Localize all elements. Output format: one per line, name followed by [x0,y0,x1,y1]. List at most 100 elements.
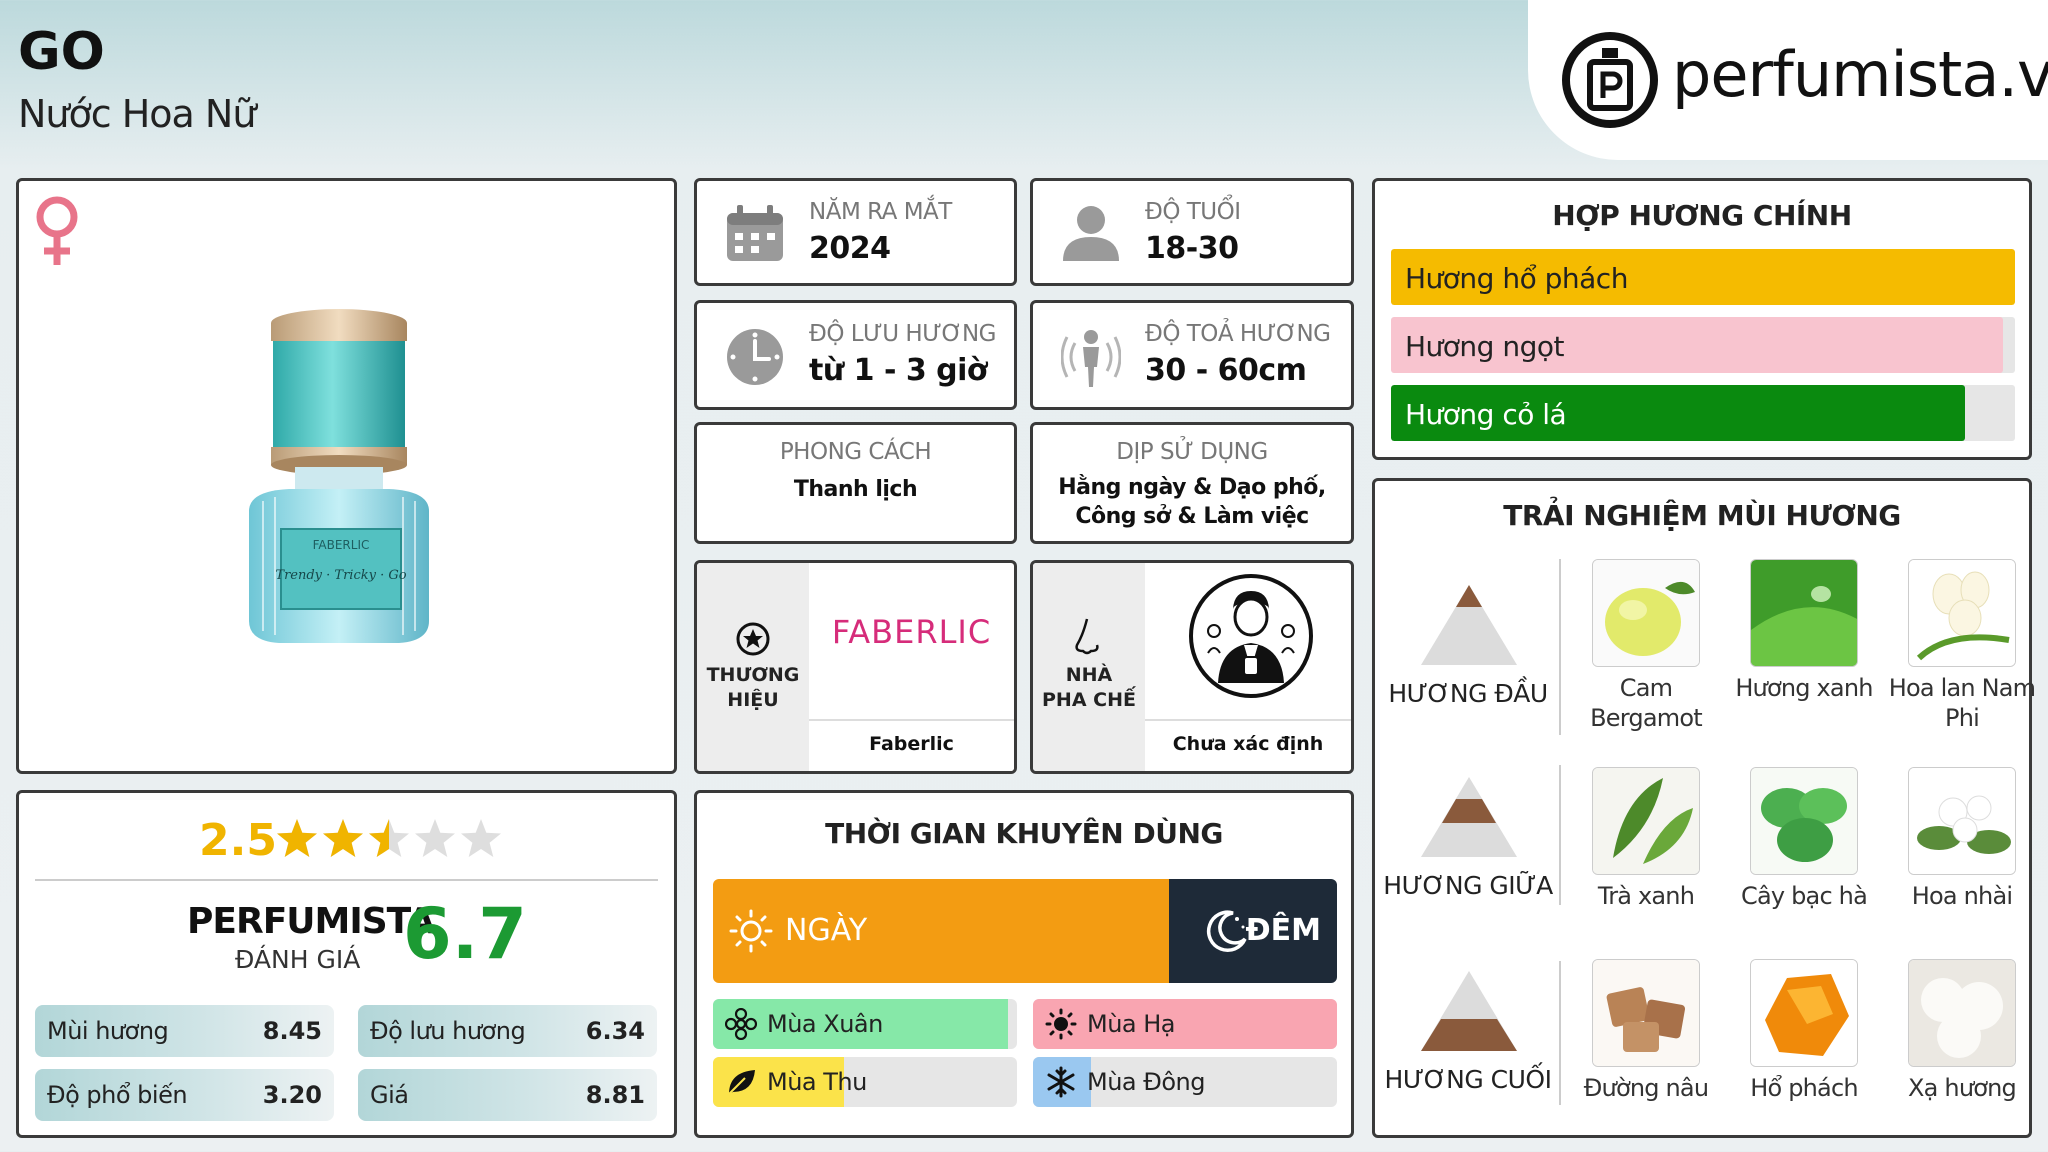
star-filled-icon [277,819,317,857]
note-item[interactable]: Cam Bergamot [1571,559,1721,733]
age-label: ĐỘ TUỔI [1145,199,1241,225]
score-bar-scent: Mùi hương 8.45 [35,1005,334,1057]
season-summer: Mùa Hạ [1033,999,1337,1049]
snowflake-icon [1047,1066,1075,1098]
note-item[interactable]: Đường nâu [1571,959,1721,1103]
season-label: Mùa Đông [1087,1068,1205,1096]
note-name: Hương xanh [1735,674,1873,702]
accords-title: HỢP HƯƠNG CHÍNH [1552,199,1852,232]
score-bar-label: Độ lưu hương [370,1017,526,1045]
star-empty-icon [415,819,455,857]
tier-label-middle: HƯƠNG GIỮA [1383,871,1553,900]
rating-score: 2.5 [199,815,277,866]
note-image-bergamot [1592,559,1700,667]
brand-logo: FABERLIC [831,613,992,651]
bottle-brand-text: FABERLIC [313,538,370,552]
moon-icon [1206,910,1247,952]
note-name: Cam Bergamot [1590,674,1703,732]
sillage-value: 30 - 60cm [1145,353,1307,388]
pyramid-middle-icon [1421,777,1517,857]
season-label: Mùa Thu [767,1068,867,1096]
note-item[interactable]: Xạ hương [1887,959,2037,1103]
tier-divider [1559,765,1561,905]
longevity-value: từ 1 - 3 giờ [809,353,988,388]
score-bar-value: 6.34 [585,1017,645,1045]
sillage-label: ĐỘ TOẢ HƯƠNG [1145,321,1331,347]
day-night-bar: NGÀY ĐÊM [713,879,1337,983]
note-item[interactable]: Hoa lan Nam Phi [1887,559,2037,733]
note-image-green [1750,559,1858,667]
note-name: Hoa lan Nam Phi [1888,674,2036,732]
note-item[interactable]: Trà xanh [1571,767,1721,911]
perfumer-avatar-icon [1189,574,1313,698]
note-name: Xạ hương [1908,1074,2017,1102]
note-item[interactable]: Hổ phách [1729,959,1879,1103]
longevity-label: ĐỘ LƯU HƯƠNG [809,321,996,347]
perfumer-caption: NHÀ PHA CHẾ [1042,664,1136,711]
star-filled-icon [323,819,363,857]
season-fill [1033,999,1337,1049]
perfumer-name-panel: Chưa xác định [1145,719,1351,771]
note-name: Hoa nhài [1911,882,2013,910]
tier-divider [1559,559,1561,735]
accord-bar: Hương hổ phách [1391,249,2015,305]
sillage-icon [1061,330,1121,387]
accord-label: Hương ngọt [1405,330,1564,363]
scent-notes-card: TRẢI NGHIỆM MÙI HƯƠNG HƯƠNG ĐẦU Cam Berg… [1372,478,2036,1138]
score-bar-label: Giá [370,1081,409,1109]
perfumista-score: 6.7 [403,893,528,975]
season-winter: Mùa Đông [1033,1057,1337,1107]
brand-caption-panel: THƯƠNG HIỆU [697,563,809,771]
tier-label-top: HƯƠNG ĐẦU [1388,679,1548,708]
perfumer-caption-panel: NHÀ PHA CHẾ [1033,563,1145,771]
flower-icon [725,1008,757,1040]
brand-name[interactable]: Faberlic [809,733,1014,755]
note-image-amber [1750,959,1858,1067]
pyramid-base-icon [1421,971,1517,1051]
note-item[interactable]: Cây bạc hà [1729,767,1879,911]
night-label: ĐÊM [1245,913,1321,948]
note-image-brown-sugar [1592,959,1700,1067]
leaf-icon [728,1070,755,1095]
score-bar-label: Độ phổ biến [47,1081,188,1109]
calendar-icon [727,205,783,261]
note-image-jasmine [1908,767,2016,875]
perfumista-label: PERFUMISTA [187,901,435,942]
note-image-freesia [1908,559,2016,667]
time-title: THỜI GIAN KHUYÊN DÙNG [825,817,1223,850]
perfumer-card[interactable]: NHÀ PHA CHẾ Chưa xác định [1030,560,1354,774]
note-image-green-tea [1592,767,1700,875]
score-bar-label: Mùi hương [47,1017,169,1045]
note-name: Trà xanh [1597,882,1695,910]
score-bar-value: 8.45 [262,1017,322,1045]
note-item[interactable]: Hương xanh [1729,559,1879,703]
score-bar-popularity: Độ phổ biến 3.20 [35,1069,334,1121]
day-label: NGÀY [785,913,868,948]
perfume-subtitle: Nước Hoa Nữ [18,92,256,136]
release-year-card: NĂM RA MẮT 2024 [694,178,1017,286]
season-spring: Mùa Xuân [713,999,1017,1049]
sun-icon [729,909,773,953]
tier-divider [1559,961,1561,1105]
note-name: Hổ phách [1750,1074,1858,1102]
age-card: ĐỘ TUỔI 18-30 [1030,178,1354,286]
rating-stars [277,819,501,857]
occasion-label: DỊP SỬ DỤNG [1116,439,1268,465]
brand-card[interactable]: THƯƠNG HIỆU FABERLIC Faberlic [694,560,1017,774]
note-item[interactable]: Hoa nhài [1887,767,2037,911]
occasion-card: DỊP SỬ DỤNG Hằng ngày & Dạo phố, Công sở… [1030,422,1354,544]
clock-icon [727,329,783,385]
style-label: PHONG CÁCH [779,439,932,465]
release-year-value: 2024 [809,231,891,266]
perfume-bottle-logo-icon [1562,32,1658,128]
day-fill [713,879,1169,983]
accord-label: Hương hổ phách [1405,262,1628,295]
style-card: PHONG CÁCH Thanh lịch [694,422,1017,544]
score-bar-longevity: Độ lưu hương 6.34 [358,1005,657,1057]
bottle-label-text: Trendy · Tricky · Go [275,568,406,583]
brand-caption: THƯƠNG HIỆU [706,664,800,711]
danh-gia-label: ĐÁNH GIÁ [235,945,361,974]
perfumer-name[interactable]: Chưa xác định [1145,733,1351,755]
release-year-label: NĂM RA MẮT [809,199,952,225]
notes-title: TRẢI NGHIỆM MÙI HƯƠNG [1503,499,1901,532]
